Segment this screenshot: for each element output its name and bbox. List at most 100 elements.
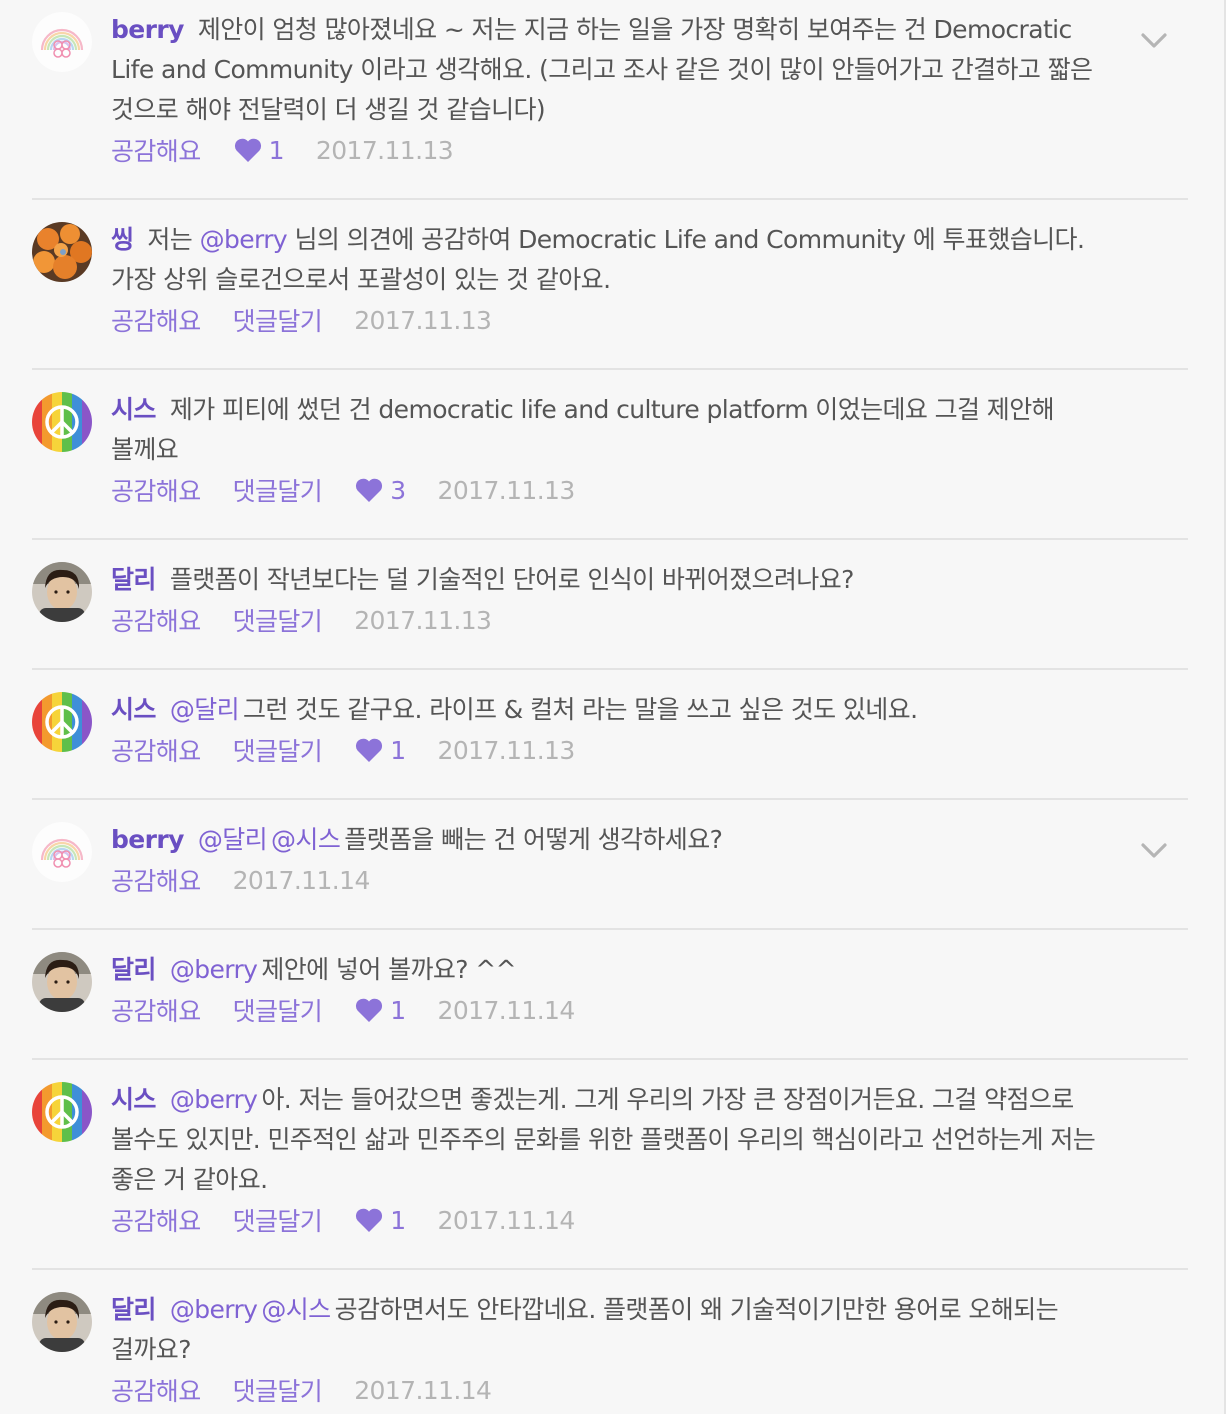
like-button[interactable]: 공감해요 (111, 132, 201, 168)
comment-text-block: berry @달리 @시스 플랫폼을 빼는 건 어떻게 생각하세요? (111, 820, 1118, 860)
mention-link[interactable]: @시스 (271, 825, 341, 854)
comment-text: 제안이 엄청 많아졌네요 ~ 저는 지금 하는 일을 가장 명확히 보여주는 건… (111, 15, 1093, 124)
mention-link[interactable]: @달리 (198, 825, 268, 854)
mention-link[interactable]: @berry (170, 955, 258, 984)
comment-item: berry @달리 @시스 플랫폼을 빼는 건 어떻게 생각하세요? 공감해요 2017.… (32, 820, 1188, 930)
reply-button[interactable]: 댓글달기 (233, 992, 323, 1028)
comment-date: 2017.11.13 (354, 605, 492, 635)
avatar[interactable] (32, 952, 92, 1012)
heart-icon (354, 737, 390, 763)
author-name[interactable]: 시스 (111, 1085, 156, 1114)
comment-body: 달리 플랫폼이 작년보다는 덜 기술적인 단어로 인식이 바뀌어졌으려나요? 공감해… (111, 560, 1118, 640)
comment-actions: 공감해요 댓글달기 2017.11.13 (111, 600, 1118, 640)
like-button[interactable]: 공감해요 (111, 602, 201, 638)
heart-icon (354, 1207, 390, 1233)
mention-link[interactable]: @berry (170, 1295, 258, 1324)
comment-item: 시스 @berry 아. 저는 들어갔으면 좋겠는게. 그게 우리의 가장 큰 장점… (32, 1080, 1188, 1270)
like-count-value: 1 (390, 995, 406, 1025)
heart-icon (233, 137, 269, 163)
author-name[interactable]: berry (111, 15, 184, 44)
avatar[interactable] (32, 392, 92, 452)
comment-text-block: 달리 @berry @시스 공감하면서도 안타깝네요. 플랫폼이 왜 기술적이기만한 … (111, 1290, 1118, 1370)
comment-date: 2017.11.13 (315, 135, 454, 165)
reply-button[interactable]: 댓글달기 (233, 472, 323, 508)
author-name[interactable]: berry (111, 825, 184, 854)
like-button[interactable]: 공감해요 (111, 732, 201, 768)
comment-date: 2017.11.14 (437, 1205, 576, 1235)
author-name[interactable]: 씽 (111, 225, 134, 254)
comment-date: 2017.11.13 (437, 735, 576, 765)
comment-date: 2017.11.13 (437, 475, 576, 505)
like-button[interactable]: 공감해요 (111, 302, 201, 338)
avatar[interactable] (32, 692, 92, 752)
comment-date: 2017.11.14 (354, 1375, 492, 1405)
comment-body: berry @달리 @시스 플랫폼을 빼는 건 어떻게 생각하세요? 공감해요 2017.… (111, 820, 1118, 900)
chevron-down-icon[interactable] (1140, 842, 1168, 864)
comment-body: 시스 @달리 그런 것도 같구요. 라이프 & 컬처 라는 말을 쓰고 싶은 것도 … (111, 690, 1118, 770)
comment-text-block: 달리 플랫폼이 작년보다는 덜 기술적인 단어로 인식이 바뀌어졌으려나요? (111, 560, 1118, 600)
author-name[interactable]: 달리 (111, 565, 156, 594)
avatar[interactable] (32, 822, 92, 882)
comment-item: 달리 @berry @시스 공감하면서도 안타깝네요. 플랫폼이 왜 기술적이기만한 … (32, 1290, 1188, 1414)
mention-link[interactable]: @berry (200, 225, 288, 254)
comment-text: 제안에 넣어 볼까요? ^^ (261, 955, 516, 984)
like-button[interactable]: 공감해요 (111, 992, 201, 1028)
comment-body: 시스 제가 피티에 썼던 건 democratic life and cultur… (111, 390, 1118, 510)
reply-button[interactable]: 댓글달기 (233, 302, 323, 338)
chevron-down-icon[interactable] (1140, 32, 1168, 54)
avatar[interactable] (32, 1082, 92, 1142)
like-count[interactable]: 1 (354, 736, 406, 765)
avatar[interactable] (32, 1292, 92, 1352)
comment-date: 2017.11.14 (232, 865, 371, 895)
like-count[interactable]: 3 (354, 475, 406, 505)
like-button[interactable]: 공감해요 (111, 1202, 201, 1238)
comment-actions: 공감해요 1 2017.11.13 (111, 130, 1118, 170)
comment-text: 제가 피티에 썼던 건 democratic life and culture … (111, 395, 1055, 464)
like-count[interactable]: 1 (354, 995, 406, 1025)
like-count[interactable]: 1 (354, 1205, 406, 1235)
reply-button[interactable]: 댓글달기 (233, 1202, 323, 1238)
comment-actions: 공감해요 댓글달기 2017.11.14 (111, 1370, 1118, 1410)
comment-item: berry 제안이 엄청 많아졌네요 ~ 저는 지금 하는 일을 가장 명확히 보… (32, 10, 1188, 200)
like-button[interactable]: 공감해요 (111, 1372, 201, 1408)
comment-item: 달리 플랫폼이 작년보다는 덜 기술적인 단어로 인식이 바뀌어졌으려나요? 공감해… (32, 560, 1188, 670)
comment-body: 달리 @berry 제안에 넣어 볼까요? ^^ 공감해요 댓글달기 1 2017.11.… (111, 950, 1118, 1030)
comment-text: 아. 저는 들어갔으면 좋겠는게. 그게 우리의 가장 큰 장점이거든요. 그걸… (111, 1085, 1096, 1194)
avatar[interactable] (32, 222, 92, 282)
comment-item: 시스 제가 피티에 썼던 건 democratic life and cultur… (32, 390, 1188, 540)
comment-text-block: berry 제안이 엄청 많아졌네요 ~ 저는 지금 하는 일을 가장 명확히 보… (111, 10, 1118, 130)
comment-text-block: 시스 @달리 그런 것도 같구요. 라이프 & 컬처 라는 말을 쓰고 싶은 것도 … (111, 690, 1118, 730)
author-name[interactable]: 달리 (111, 955, 156, 984)
like-count-value: 1 (268, 135, 285, 165)
comment-date: 2017.11.14 (437, 995, 576, 1025)
comment-item: 달리 @berry 제안에 넣어 볼까요? ^^ 공감해요 댓글달기 1 2017.11.… (32, 950, 1188, 1060)
avatar[interactable] (32, 562, 92, 622)
mention-link[interactable]: @달리 (170, 695, 240, 724)
heart-icon (354, 477, 390, 503)
comment-body: 씽 저는 @berry 님의 의견에 공감하여 Democratic Life a… (111, 220, 1118, 340)
mention-link[interactable]: @시스 (261, 1295, 331, 1324)
like-button[interactable]: 공감해요 (111, 862, 201, 898)
reply-button[interactable]: 댓글달기 (233, 602, 323, 638)
like-count-value: 3 (390, 475, 406, 505)
reply-button[interactable]: 댓글달기 (233, 1372, 323, 1408)
comment-text-block: 시스 @berry 아. 저는 들어갔으면 좋겠는게. 그게 우리의 가장 큰 장점… (111, 1080, 1118, 1200)
reply-button[interactable]: 댓글달기 (233, 732, 323, 768)
comment-actions: 공감해요 댓글달기 1 2017.11.14 (111, 990, 1118, 1030)
like-count-value: 1 (390, 1205, 406, 1235)
comment-text: 플랫폼이 작년보다는 덜 기술적인 단어로 인식이 바뀌어졌으려나요? (169, 565, 855, 594)
like-button[interactable]: 공감해요 (111, 472, 201, 508)
like-count[interactable]: 1 (233, 135, 285, 165)
comment-body: berry 제안이 엄청 많아졌네요 ~ 저는 지금 하는 일을 가장 명확히 보… (111, 10, 1118, 170)
comment-actions: 공감해요 댓글달기 2017.11.13 (111, 300, 1118, 340)
comment-actions: 공감해요 댓글달기 1 2017.11.13 (111, 730, 1118, 770)
avatar[interactable] (32, 12, 92, 72)
comment-body: 시스 @berry 아. 저는 들어갔으면 좋겠는게. 그게 우리의 가장 큰 장점… (111, 1080, 1118, 1240)
author-name[interactable]: 시스 (111, 695, 156, 724)
comment-text: 플랫폼을 빼는 건 어떻게 생각하세요? (344, 825, 723, 854)
comment-item: 시스 @달리 그런 것도 같구요. 라이프 & 컬처 라는 말을 쓰고 싶은 것도 … (32, 690, 1188, 800)
author-name[interactable]: 달리 (111, 1295, 156, 1324)
author-name[interactable]: 시스 (111, 395, 156, 424)
comment-body: 달리 @berry @시스 공감하면서도 안타깝네요. 플랫폼이 왜 기술적이기만한 … (111, 1290, 1118, 1410)
mention-link[interactable]: @berry (170, 1085, 258, 1114)
